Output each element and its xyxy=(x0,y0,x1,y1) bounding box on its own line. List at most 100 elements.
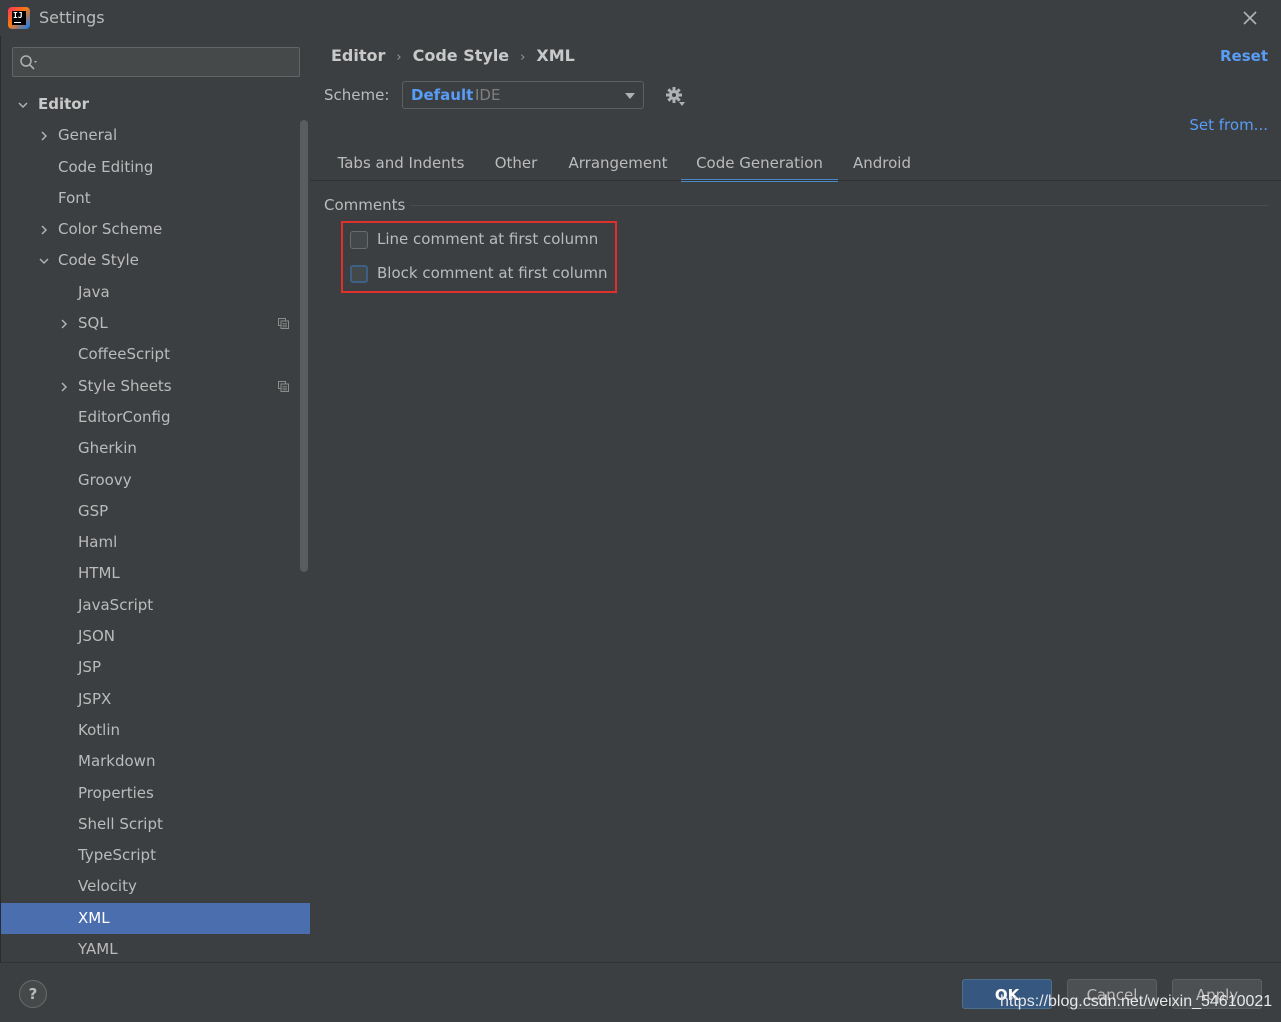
close-button[interactable] xyxy=(1238,6,1262,30)
search-input[interactable] xyxy=(45,51,295,73)
sidebar-item-label: Java xyxy=(78,282,110,301)
tab-tabs-and-indents[interactable]: Tabs and Indents xyxy=(324,148,478,182)
tabs-divider xyxy=(310,180,1281,181)
chevron-right-icon[interactable] xyxy=(38,224,50,236)
sidebar-item-label: Gherkin xyxy=(78,439,137,458)
breadcrumb-separator: › xyxy=(396,50,402,65)
sidebar-item-gsp[interactable]: GSP xyxy=(1,496,310,527)
chevron-down-icon[interactable] xyxy=(38,255,50,267)
sidebar-item-kotlin[interactable]: Kotlin xyxy=(1,715,310,746)
tab-arrangement[interactable]: Arrangement xyxy=(554,148,682,182)
sidebar-item-label: Style Sheets xyxy=(78,376,172,395)
chevron-right-icon[interactable] xyxy=(58,381,70,393)
help-button[interactable]: ? xyxy=(19,980,47,1008)
block-comment-checkbox[interactable] xyxy=(350,265,368,283)
sidebar-scrollbar[interactable] xyxy=(300,120,308,572)
sidebar-item-general[interactable]: General xyxy=(1,120,310,151)
sidebar-item-javascript[interactable]: JavaScript xyxy=(1,590,310,621)
gear-icon xyxy=(666,87,685,106)
breadcrumb: Editor › Code Style › XML xyxy=(331,46,575,65)
project-copy-icon xyxy=(278,318,289,330)
sidebar-item-yaml[interactable]: YAML xyxy=(1,934,310,962)
sidebar-item-label: Haml xyxy=(78,533,118,552)
search-box[interactable] xyxy=(12,47,300,77)
close-icon xyxy=(1243,11,1257,25)
sidebar-item-font[interactable]: Font xyxy=(1,183,310,214)
sidebar-item-label: JSPX xyxy=(78,689,112,708)
scheme-sub: IDE xyxy=(475,86,501,104)
project-copy-icon xyxy=(278,380,289,392)
sidebar-item-haml[interactable]: Haml xyxy=(1,527,310,558)
sidebar-item-markdown[interactable]: Markdown xyxy=(1,746,310,777)
sidebar-item-label: Code Editing xyxy=(58,157,154,176)
sidebar-item-label: Code Style xyxy=(58,251,139,270)
sidebar-item-gherkin[interactable]: Gherkin xyxy=(1,433,310,464)
sidebar-item-label: Properties xyxy=(78,783,154,802)
sidebar-item-shell-script[interactable]: Shell Script xyxy=(1,809,310,840)
search-icon xyxy=(20,55,37,70)
sidebar-item-velocity[interactable]: Velocity xyxy=(1,871,310,902)
sidebar-item-label: General xyxy=(58,126,118,145)
sidebar-item-label: Markdown xyxy=(78,752,156,771)
sidebar-item-html[interactable]: HTML xyxy=(1,558,310,589)
settings-sidebar: Editor General Code Editing Font Color Schem… xyxy=(0,36,310,962)
sidebar-item-label: Velocity xyxy=(78,877,137,896)
breadcrumb-code-style: Code Style xyxy=(412,46,510,65)
tab-code-generation[interactable]: Code Generation xyxy=(681,148,838,182)
sidebar-item-label: Shell Script xyxy=(78,814,163,833)
sidebar-item-label: JavaScript xyxy=(78,595,154,614)
sidebar-item-java[interactable]: Java xyxy=(1,277,310,308)
dialog-footer: ? OK Cancel Apply https://blog.csdn.net/… xyxy=(0,962,1281,1022)
sidebar-item-label: EditorConfig xyxy=(78,407,171,426)
sidebar-item-groovy[interactable]: Groovy xyxy=(1,465,310,496)
sidebar-item-label: HTML xyxy=(78,564,120,583)
comments-section-title: Comments xyxy=(324,196,406,214)
sidebar-item-style-sheets[interactable]: Style Sheets xyxy=(1,371,310,402)
scheme-dropdown[interactable]: Default IDE xyxy=(402,81,644,109)
block-comment-label: Block comment at first column xyxy=(377,264,608,282)
sidebar-item-typescript[interactable]: TypeScript xyxy=(1,840,310,871)
gear-button[interactable] xyxy=(664,85,686,107)
section-divider xyxy=(410,205,1268,206)
settings-content: Editor › Code Style › XML Reset Scheme: Defa… xyxy=(310,36,1281,962)
line-comment-checkbox[interactable] xyxy=(350,231,368,249)
sidebar-item-xml[interactable]: XML xyxy=(1,902,310,935)
breadcrumb-xml: XML xyxy=(536,46,575,65)
tab-other[interactable]: Other xyxy=(478,148,554,182)
watermark-text: https://blog.csdn.net/weixin_54610021 xyxy=(1000,993,1273,1010)
sidebar-item-editorconfig[interactable]: EditorConfig xyxy=(1,402,310,433)
window-title: Settings xyxy=(39,8,105,27)
sidebar-item-jsp[interactable]: JSP xyxy=(1,652,310,683)
sidebar-item-label: Groovy xyxy=(78,470,132,489)
settings-tree: Editor General Code Editing Font Color Schem… xyxy=(1,89,310,962)
sidebar-item-label: JSON xyxy=(78,627,115,646)
sidebar-item-json[interactable]: JSON xyxy=(1,621,310,652)
sidebar-item-label: Font xyxy=(58,188,91,207)
sidebar-item-label: TypeScript xyxy=(78,846,156,865)
sidebar-item-coffeescript[interactable]: CoffeeScript xyxy=(1,339,310,370)
title-bar: IJ Settings xyxy=(0,0,1281,36)
sidebar-item-label: XML xyxy=(78,908,110,927)
reset-link[interactable]: Reset xyxy=(1220,47,1268,65)
tab-android[interactable]: Android xyxy=(838,148,926,182)
sidebar-item-color-scheme[interactable]: Color Scheme xyxy=(1,214,310,245)
sidebar-item-properties[interactable]: Properties xyxy=(1,778,310,809)
sidebar-item-editor[interactable]: Editor xyxy=(1,89,310,120)
sidebar-item-code-editing[interactable]: Code Editing xyxy=(1,152,310,183)
chevron-down-icon[interactable] xyxy=(17,99,29,111)
sidebar-item-label: CoffeeScript xyxy=(78,345,170,364)
intellij-logo-icon: IJ xyxy=(8,7,30,29)
sidebar-item-sql[interactable]: SQL xyxy=(1,308,310,339)
sidebar-item-code-style[interactable]: Code Style xyxy=(1,245,310,276)
sidebar-item-jspx[interactable]: JSPX xyxy=(1,684,310,715)
sidebar-item-label: SQL xyxy=(78,314,108,333)
chevron-right-icon[interactable] xyxy=(38,130,50,142)
chevron-right-icon[interactable] xyxy=(58,318,70,330)
line-comment-label: Line comment at first column xyxy=(377,230,599,248)
chevron-down-icon xyxy=(625,93,635,99)
sidebar-item-label: Color Scheme xyxy=(58,220,163,239)
tab-bar: Tabs and Indents Other Arrangement Code Gen… xyxy=(324,148,1274,182)
set-from-link[interactable]: Set from... xyxy=(1189,116,1268,134)
sidebar-item-label: Kotlin xyxy=(78,720,120,739)
sidebar-item-label: JSP xyxy=(78,658,101,677)
